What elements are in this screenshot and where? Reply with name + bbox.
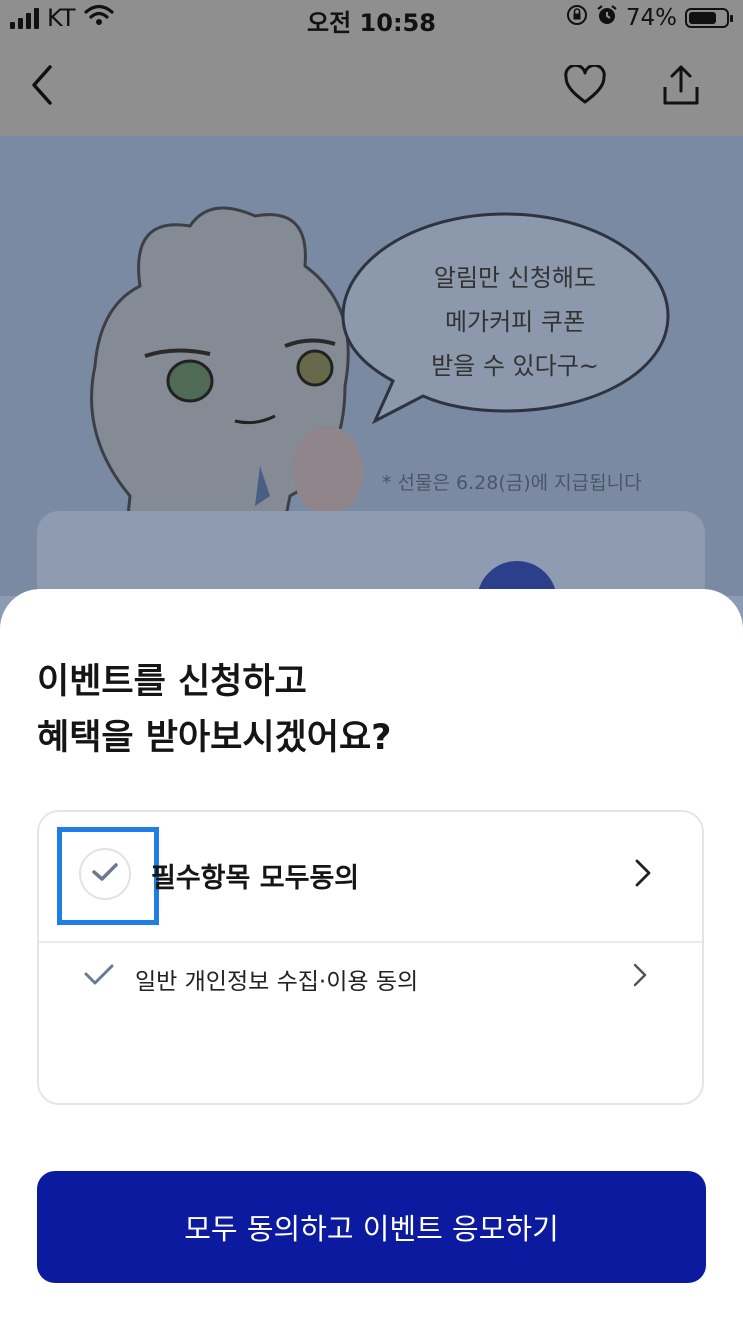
battery-percent: 74%	[625, 5, 677, 31]
event-banner: 알림만 신청해도 메가커피 쿠폰 받을 수 있다구~ * 선물은 6.28(금)…	[0, 136, 743, 596]
check-icon[interactable]	[83, 962, 115, 992]
share-icon	[661, 63, 701, 111]
speech-bubble-text: 알림만 신청해도 메가커피 쿠폰 받을 수 있다구~	[360, 256, 670, 388]
sheet-title-line-1: 이벤트를 신청하고	[37, 662, 307, 702]
sheet-title-line-2: 혜택을 받아보시겠어요?	[37, 718, 392, 758]
chevron-right-icon	[632, 962, 648, 992]
term-row-privacy[interactable]: 일반 개인정보 수집·이용 동의	[39, 942, 702, 1012]
alarm-icon	[596, 4, 618, 32]
speech-line-2: 메가커피 쿠폰	[444, 308, 586, 336]
term-detail-button[interactable]	[632, 962, 648, 992]
agree-all-row[interactable]: 필수항목 모두동의	[39, 812, 702, 943]
agree-all-detail-button[interactable]	[634, 858, 652, 892]
heart-icon	[563, 63, 607, 109]
terms-box: 필수항목 모두동의 일반 개인정보 수집·이용 동의	[37, 810, 704, 1105]
speech-line-3: 받을 수 있다구~	[431, 352, 599, 380]
term-label-privacy: 일반 개인정보 수집·이용 동의	[135, 969, 419, 995]
share-button[interactable]	[656, 62, 706, 112]
sheet-title: 이벤트를 신청하고 혜택을 받아보시겠어요?	[37, 654, 392, 766]
agree-and-apply-button[interactable]: 모두 동의하고 이벤트 응모하기	[37, 1171, 706, 1283]
agree-all-label: 필수항목 모두동의	[151, 863, 360, 894]
status-bar: KT 오전 10:58 74%	[0, 0, 743, 37]
gift-notice: * 선물은 6.28(금)에 지급됩니다	[382, 472, 642, 494]
orientation-lock-icon	[566, 4, 588, 32]
focus-highlight	[57, 827, 159, 925]
like-button[interactable]	[560, 62, 610, 112]
chevron-right-icon	[634, 858, 652, 892]
top-nav	[0, 36, 743, 136]
banner-card	[37, 511, 705, 596]
consent-bottom-sheet: 이벤트를 신청하고 혜택을 받아보시겠어요? 필수항목 모두동의 일반 개인정보…	[0, 589, 743, 1330]
speech-line-1: 알림만 신청해도	[433, 264, 597, 292]
chevron-left-icon	[28, 63, 58, 111]
back-button[interactable]	[18, 62, 68, 112]
battery-icon	[685, 8, 733, 28]
